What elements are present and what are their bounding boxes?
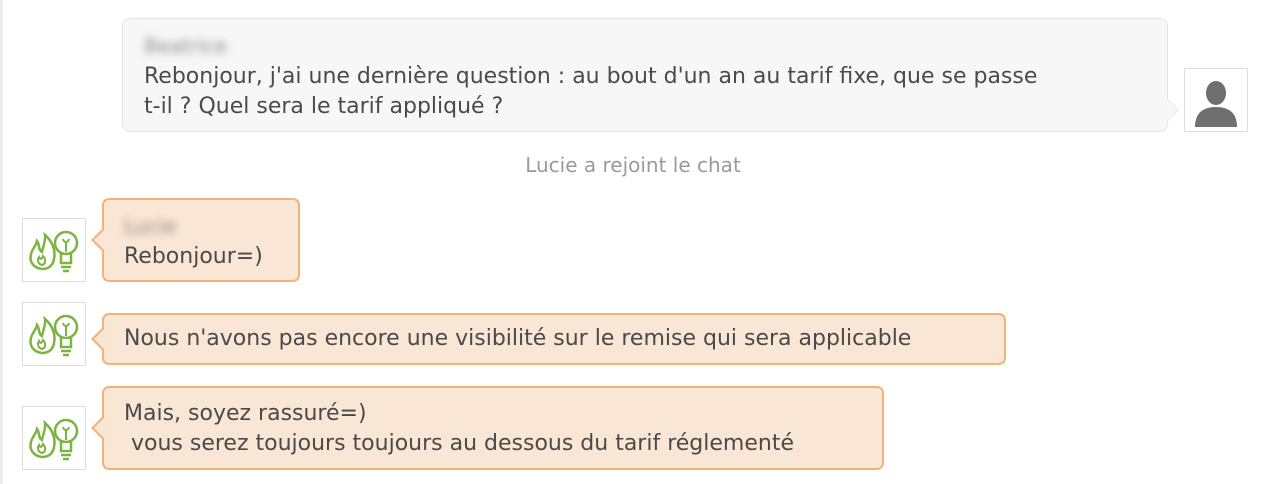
agent-message-line: Mais, soyez rassuré=) xyxy=(124,401,367,426)
user-message-bubble: Beatrice Rebonjour, j'ai une dernière qu… xyxy=(122,18,1179,132)
agent-message-line: vous serez toujours toujours au dessous … xyxy=(124,431,794,456)
agent-message-bubble: Lucie Rebonjour=) xyxy=(91,198,300,282)
agent-message-bubble: Nous n'avons pas encore une visibilité s… xyxy=(91,313,1006,365)
system-message: Lucie a rejoint le chat xyxy=(525,153,741,177)
left-border xyxy=(0,0,3,484)
agent-avatar xyxy=(22,302,86,366)
agent-avatar xyxy=(22,406,86,470)
user-silhouette-icon xyxy=(1185,69,1247,131)
gas-flame-lightbulb-logo-icon xyxy=(29,230,79,273)
agent-avatar xyxy=(22,218,86,282)
gas-flame-lightbulb-logo-icon xyxy=(29,418,79,461)
user-avatar xyxy=(1184,68,1248,132)
user-message-line-2: t-il ? Quel sera le tarif appliqué ? xyxy=(144,94,504,119)
user-sender-name: Beatrice xyxy=(144,34,228,58)
user-message-line-1: Rebonjour, j'ai une dernière question : … xyxy=(144,64,1038,89)
agent-message-line: Nous n'avons pas encore une visibilité s… xyxy=(124,326,912,351)
agent-message-bubble: Mais, soyez rassuré=) vous serez toujour… xyxy=(91,386,884,470)
gas-flame-lightbulb-logo-icon xyxy=(29,314,79,357)
agent-sender-name: Lucie xyxy=(124,214,177,238)
agent-message-line: Rebonjour=) xyxy=(124,244,263,269)
